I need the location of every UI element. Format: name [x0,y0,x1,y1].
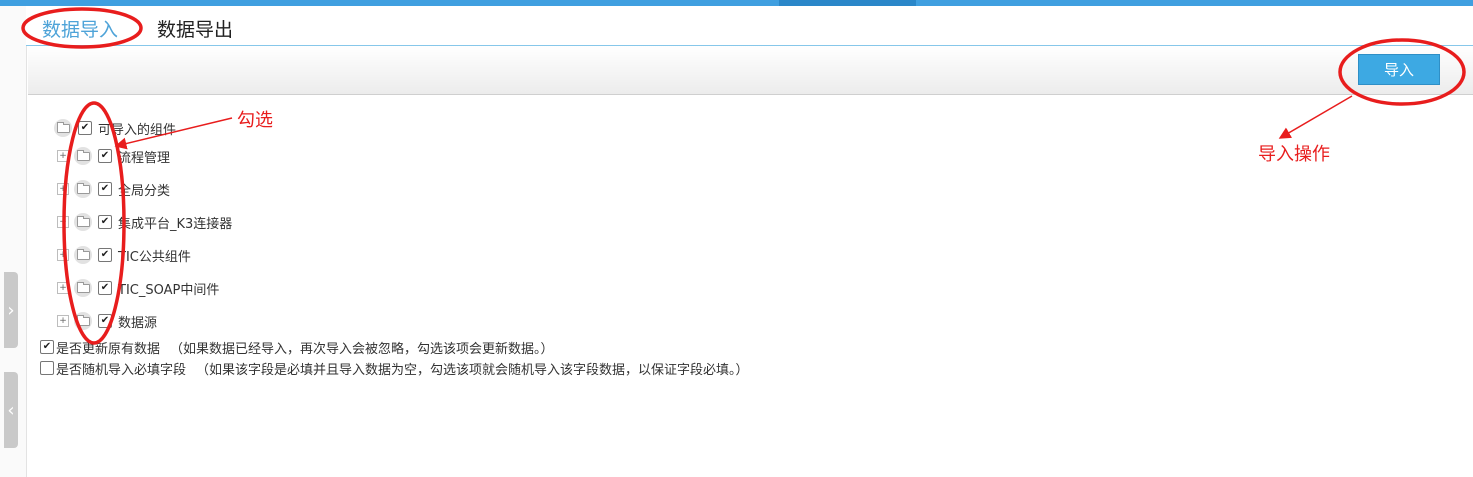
tree-item-checkbox[interactable]: ✔ [98,281,112,295]
annotation-check-note: 勾选 [237,110,273,131]
tree-item-label: 全局分类 [118,183,171,199]
expand-icon[interactable]: + [57,216,69,228]
arrow-to-import-note [1278,95,1353,139]
chevron-left-icon: ‹ [7,399,15,421]
expand-icon[interactable]: + [57,183,69,195]
folder-icon [74,246,92,264]
tree-item[interactable]: + ✔ 集成平台_K3连接器 [57,212,232,232]
folder-icon [74,147,92,165]
tree-root-checkbox[interactable]: ✔ [78,121,92,135]
folder-icon [74,312,92,330]
folder-icon [74,180,92,198]
chevron-right-icon: › [7,299,15,321]
import-button[interactable]: 导入 [1358,54,1440,85]
tree-item-label: 集成平台_K3连接器 [118,216,233,232]
expand-panel-handle[interactable]: › [4,272,18,348]
expand-icon[interactable]: + [57,249,69,261]
tree-item[interactable]: + ✔ 数据源 [57,311,157,331]
option-random-required[interactable]: ✔ 是否随机导入必填字段 （如果该字段是必填并且导入数据为空，勾选该项就会随机导… [40,359,749,378]
tree-item[interactable]: + ✔ TIC公共组件 [57,245,191,265]
tree-item-label: TIC_SOAP中间件 [118,282,220,298]
update-existing-checkbox[interactable]: ✔ [40,340,54,354]
option-label: 是否随机导入必填字段 [56,362,187,378]
tree-item-checkbox[interactable]: ✔ [98,182,112,196]
tree-item-checkbox[interactable]: ✔ [98,215,112,229]
option-hint: （如果数据已经导入，再次导入会被忽略，勾选该项会更新数据。） [170,341,554,357]
folder-icon [54,119,72,137]
tab-data-import[interactable]: 数据导入 [42,15,118,42]
option-label: 是否更新原有数据 [56,341,161,357]
folder-icon [74,279,92,297]
expand-icon[interactable]: + [57,282,69,294]
expand-icon[interactable]: + [57,150,69,162]
option-hint: （如果该字段是必填并且导入数据为空，勾选该项就会随机导入该字段数据，以保证字段必… [196,362,749,378]
tree-item-checkbox[interactable]: ✔ [98,149,112,163]
toolbar: 导入 [28,46,1473,95]
annotation-import-note: 导入操作 [1258,144,1330,165]
tree-root-label: 可导入的组件 [98,122,177,138]
random-required-checkbox[interactable]: ✔ [40,361,54,375]
folder-icon [74,213,92,231]
tree-root[interactable]: ✔ 可导入的组件 [54,118,176,138]
tree-item-checkbox[interactable]: ✔ [98,314,112,328]
tree-item-label: 数据源 [118,315,158,331]
tree-item[interactable]: + ✔ TIC_SOAP中间件 [57,278,219,298]
tree-item-checkbox[interactable]: ✔ [98,248,112,262]
collapse-panel-handle[interactable]: ‹ [4,372,18,448]
tab-data-export[interactable]: 数据导出 [157,15,233,42]
tree-item[interactable]: + ✔ 流程管理 [57,146,170,166]
tab-bar: 数据导入 数据导出 [26,6,1473,46]
tree-item-label: TIC公共组件 [118,249,191,265]
tree-item[interactable]: + ✔ 全局分类 [57,179,170,199]
tree-item-label: 流程管理 [118,150,171,166]
option-update-existing[interactable]: ✔ 是否更新原有数据 （如果数据已经导入，再次导入会被忽略，勾选该项会更新数据。… [40,338,554,357]
expand-icon[interactable]: + [57,315,69,327]
